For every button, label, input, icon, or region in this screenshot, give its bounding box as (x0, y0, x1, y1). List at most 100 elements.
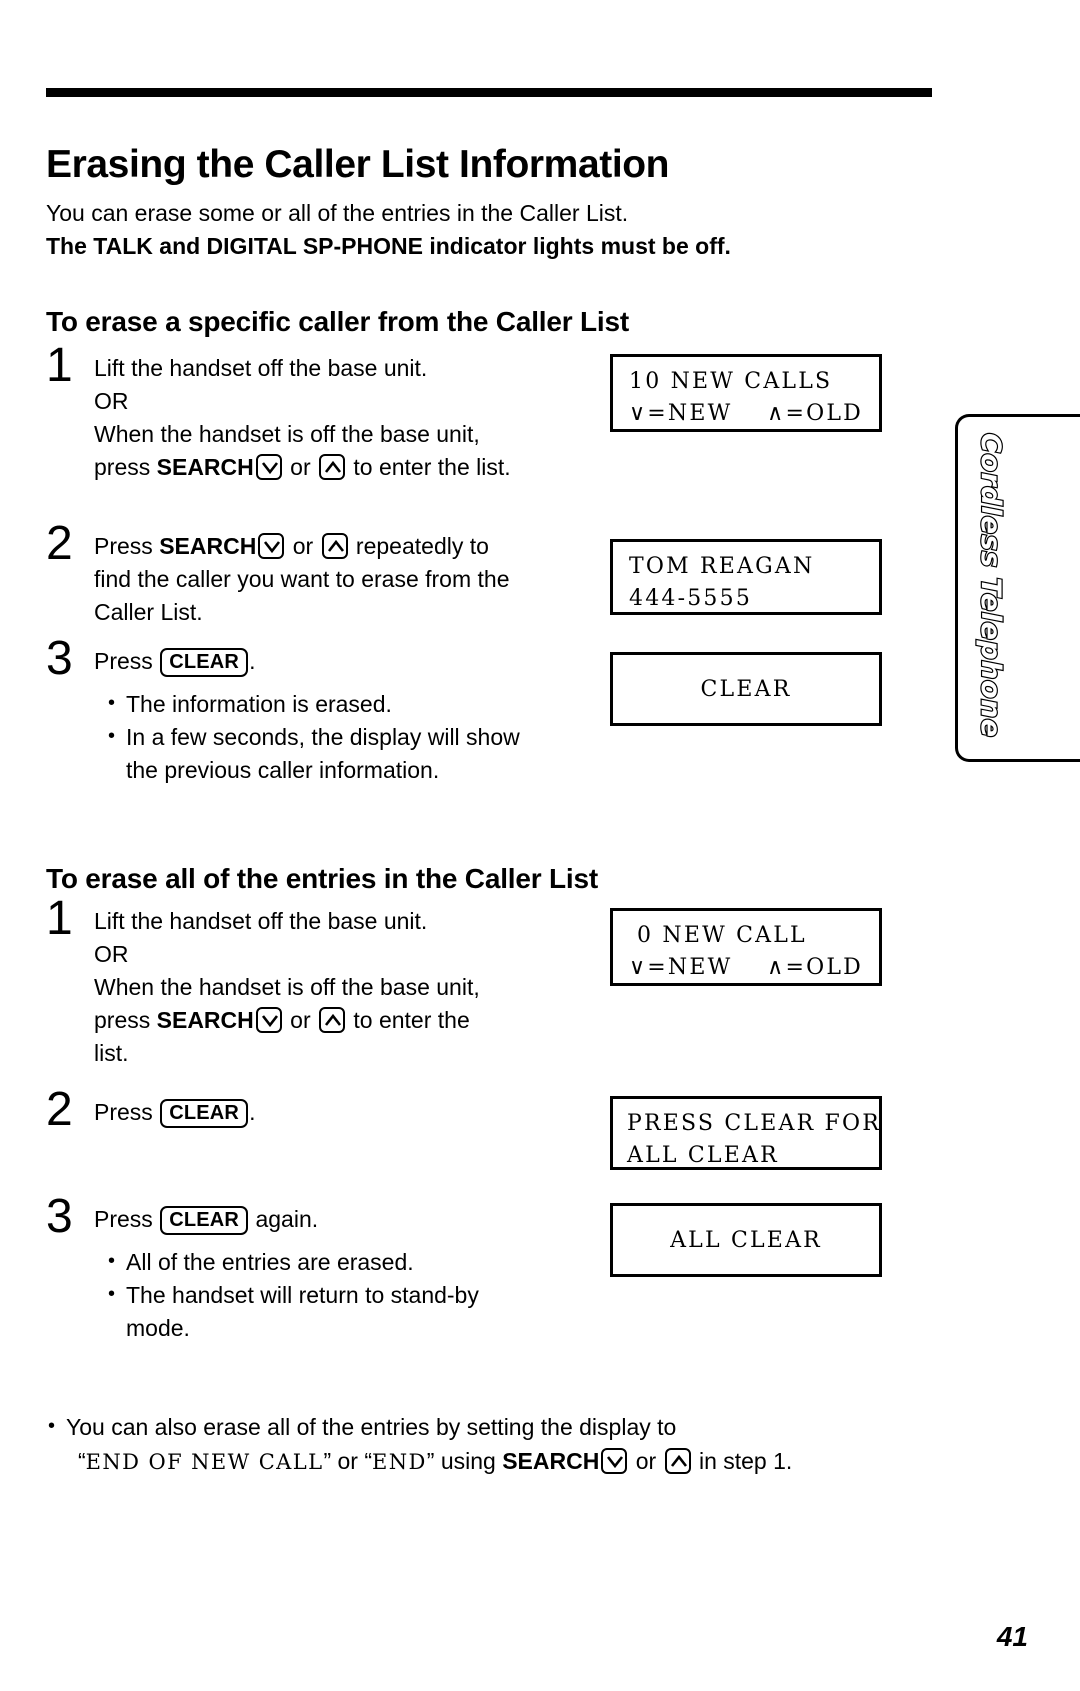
lcd-row-2-left: ∨=NEW (629, 401, 733, 426)
quote-open: “ (78, 1448, 86, 1474)
step-line: When the handset is off the base unit, (94, 421, 480, 447)
footnote-mid-1: ” or “ (323, 1448, 373, 1474)
step-line: When the handset is off the base unit, (94, 974, 480, 1000)
bullet-continuation: the previous caller information. (126, 757, 440, 783)
intro-line-2: The TALK and DIGITAL SP-PHONE indicator … (46, 233, 731, 259)
step-text: Press SEARCH or repeatedly to find the c… (94, 530, 606, 629)
step-line-pre: Press (94, 648, 160, 674)
lcd-row-2-right: ∧=OLD (767, 401, 863, 426)
bullet-item: The information is erased. (106, 687, 606, 721)
step-number: 3 (46, 632, 73, 685)
search-key-label: SEARCH (502, 1448, 600, 1474)
step-line-pre: Press (94, 533, 160, 559)
step-line: Press CLEAR. (94, 1096, 606, 1129)
step-line-post: again. (249, 1206, 319, 1232)
step-line-post: . (249, 648, 256, 674)
section-title-erase-all: To erase all of the entries in the Calle… (46, 863, 598, 895)
step-line-mid: or (283, 1007, 317, 1033)
lcd-row-1: 10 NEW CALLS (629, 369, 833, 394)
lcd-row-2-right: ∧=OLD (767, 955, 863, 980)
step-line-pre: Press (94, 1099, 160, 1125)
step-line: OR (94, 388, 129, 414)
footnote-mid-3: or (629, 1448, 663, 1474)
footnote-tail: in step 1. (692, 1448, 793, 1474)
bullet-item: In a few seconds, the display will show (106, 720, 606, 754)
step-bullets: The information is erased. In a few seco… (106, 687, 606, 787)
step-line-post: . (249, 1099, 256, 1125)
step-number: 3 (46, 1190, 73, 1243)
intro-line-1: You can erase some or all of the entries… (46, 200, 629, 226)
step-2-1: 1 Lift the handset off the base unit. OR… (46, 895, 606, 1070)
step-2-2: 2 Press CLEAR. (46, 1086, 606, 1134)
step-1-3: 3 Press CLEAR. The information is erased… (46, 635, 606, 787)
side-tab-cordless-telephone: Cordless Telephone (955, 414, 1080, 762)
lcd-display-tom-reagan: TOM REAGAN 444-5555 (610, 539, 882, 615)
lcd-row-1: CLEAR (700, 677, 792, 702)
step-line: press SEARCH or to enter the (94, 1004, 606, 1037)
chevron-down-key-icon[interactable] (255, 1007, 282, 1033)
step-line-mid: or (283, 454, 317, 480)
lcd-row-1: TOM REAGAN (629, 554, 815, 579)
lcd-display-clear: CLEAR (610, 652, 882, 726)
chevron-up-key-icon[interactable] (319, 1007, 345, 1033)
step-line-pre: Press (94, 1206, 160, 1232)
header-rule (46, 88, 932, 97)
lcd-row-2-left: ∨=NEW (629, 955, 733, 980)
step-text: Press CLEAR. (94, 1096, 606, 1129)
step-line: OR (94, 941, 129, 967)
lcd-row-2-left: 444-5555 (629, 586, 753, 611)
step-line-post: to enter the (347, 1007, 470, 1033)
chevron-down-key-icon[interactable] (255, 454, 282, 480)
footnote-line-1: You can also erase all of the entries by… (46, 1409, 946, 1444)
step-line: Press SEARCH or repeatedly to (94, 530, 606, 563)
search-key-label: SEARCH (159, 533, 257, 559)
chevron-down-key-icon[interactable] (258, 533, 285, 559)
chevron-up-key-icon[interactable] (319, 454, 345, 480)
step-line: Press CLEAR. (94, 645, 606, 678)
step-text: Lift the handset off the base unit. OR W… (94, 352, 606, 484)
display-text-end-of-new-call: END OF NEW CALL (85, 1450, 324, 1474)
bullet-continuation: mode. (126, 1315, 190, 1341)
display-text-end: END (372, 1450, 427, 1474)
step-line: find the caller you want to erase from t… (94, 566, 510, 592)
lcd-row-1: PRESS CLEAR FOR (627, 1111, 881, 1136)
lcd-display-0-new-call: 0 NEW CALL ∨=NEW ∧=OLD (610, 908, 882, 986)
lcd-display-press-clear-for-all-clear: PRESS CLEAR FOR ALL CLEAR (610, 1096, 882, 1170)
step-number: 1 (46, 892, 73, 945)
step-line: Press CLEAR again. (94, 1203, 606, 1236)
chevron-up-key-icon[interactable] (664, 1448, 691, 1474)
search-key-label: SEARCH (156, 454, 254, 480)
section-title-erase-specific: To erase a specific caller from the Call… (46, 306, 629, 338)
step-number: 2 (46, 517, 73, 570)
step-bullets: All of the entries are erased. The hands… (106, 1245, 606, 1345)
step-line-post: to enter the list. (347, 454, 511, 480)
step-number: 1 (46, 339, 73, 392)
chevron-down-key-icon[interactable] (601, 1448, 628, 1474)
step-text: Press CLEAR again. (94, 1203, 606, 1236)
step-line: list. (94, 1040, 129, 1066)
step-line-pre: press (94, 454, 157, 480)
clear-key-button[interactable]: CLEAR (160, 648, 249, 677)
step-1-2: 2 Press SEARCH or repeatedly to find the… (46, 520, 606, 629)
manual-page: Erasing the Caller List Information You … (0, 0, 1080, 1691)
step-line: press SEARCH or to enter the list. (94, 451, 606, 484)
chevron-up-key-icon[interactable] (321, 533, 348, 559)
lcd-row-1: 0 NEW CALL (637, 923, 807, 948)
bullet-item: The handset will return to stand-by (106, 1278, 606, 1312)
step-text: Press CLEAR. (94, 645, 606, 678)
step-line: Lift the handset off the base unit. (94, 355, 428, 381)
footnote: You can also erase all of the entries by… (46, 1409, 946, 1479)
lcd-display-all-clear: ALL CLEAR (610, 1203, 882, 1277)
step-2-3: 3 Press CLEAR again. All of the entries … (46, 1193, 606, 1345)
page-title: Erasing the Caller List Information (46, 143, 670, 187)
clear-key-button[interactable]: CLEAR (160, 1099, 249, 1128)
lcd-display-10-new-calls: 10 NEW CALLS ∨=NEW ∧=OLD (610, 354, 882, 432)
step-line-mid: or (286, 533, 320, 559)
page-number: 41 (996, 1621, 1028, 1652)
clear-key-button[interactable]: CLEAR (160, 1206, 249, 1235)
bullet-item: All of the entries are erased. (106, 1245, 606, 1279)
side-tab-label: Cordless Telephone (974, 432, 1007, 739)
step-text: Lift the handset off the base unit. OR W… (94, 905, 606, 1070)
lcd-row-2-left: ALL CLEAR (627, 1143, 779, 1168)
step-line-pre: press (94, 1007, 157, 1033)
